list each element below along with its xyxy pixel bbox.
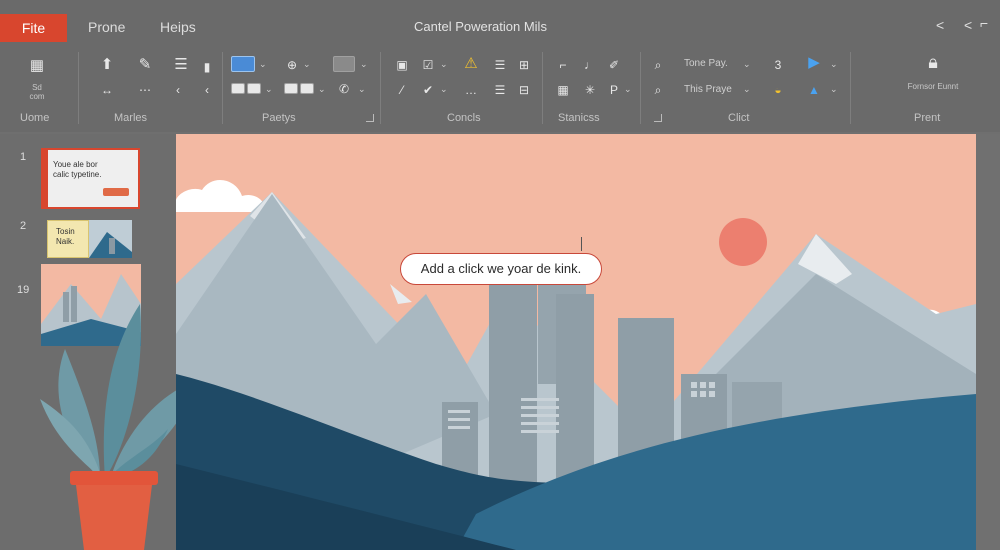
chevron-down-icon[interactable]: ⌄ <box>265 84 273 95</box>
group-label-concls: Concls <box>447 112 481 124</box>
up-arrow-icon[interactable]: ⬆ <box>97 56 117 74</box>
chevron-down-icon[interactable]: ⌄ <box>440 59 448 70</box>
brush-icon[interactable]: ✎ <box>135 56 155 74</box>
slide-thumbnail-1[interactable]: Youe ale bor calic typetine. <box>41 148 140 209</box>
chevron-down-icon[interactable]: ⌄ <box>830 59 838 70</box>
slide-number: 19 <box>17 284 30 296</box>
chevron-left-icon[interactable]: ‹ <box>171 81 185 99</box>
chevron-down-icon[interactable]: ⌄ <box>743 59 751 70</box>
slide-callout-textbox[interactable]: Add a click we yoar de kink. <box>400 253 602 285</box>
table-cell-button-3[interactable] <box>284 83 298 94</box>
ribbon-separator <box>640 52 641 124</box>
phone-icon[interactable]: ✆ <box>336 80 352 98</box>
list-icon[interactable]: ☰ <box>171 56 191 74</box>
more-icon[interactable]: ⋯ <box>135 81 155 99</box>
ribbon-separator <box>542 52 543 124</box>
font-style-box[interactable]: This Praye <box>684 84 732 95</box>
columns-icon[interactable]: ⊞ <box>515 56 533 74</box>
vertical-scrollbar[interactable] <box>976 134 1000 550</box>
text-cursor <box>581 237 582 251</box>
small-label-left: Sd com <box>29 83 45 101</box>
swap-icon[interactable]: ↔ <box>97 81 117 99</box>
tab-heips[interactable]: Heips <box>160 19 196 35</box>
chevron-down-icon[interactable]: ⌄ <box>624 84 632 95</box>
group-label-clict: Clict <box>728 112 750 124</box>
chevron-left-icon-2[interactable]: ‹ <box>200 81 214 99</box>
chevron-down-icon[interactable]: ⌄ <box>830 84 838 95</box>
title-bar: Fite Prone Heips Cantel Poweration Mils … <box>0 0 1000 44</box>
tab-prone[interactable]: Prone <box>88 19 125 35</box>
play-icon[interactable]: ▶ <box>804 54 824 72</box>
paragraph-icon[interactable]: ⌐ <box>555 56 571 74</box>
brush-search-icon[interactable]: ⌕ <box>650 81 666 99</box>
slide-number: 1 <box>20 151 27 163</box>
thumb-button-shape <box>103 188 129 196</box>
thumb-accent-bar <box>43 150 48 207</box>
chevron-down-icon[interactable]: ⌄ <box>440 84 448 95</box>
align-icon[interactable]: ☰ <box>491 56 509 74</box>
pencil-icon[interactable]: ✐ <box>606 56 622 74</box>
ribbon-separator <box>850 52 851 124</box>
target-icon[interactable]: ⊕ <box>284 56 300 74</box>
chevron-down-icon[interactable]: ⌄ <box>358 84 366 95</box>
check-icon[interactable]: ✔ <box>420 81 436 99</box>
search-icon[interactable]: ⌕ <box>650 56 666 74</box>
group-label-paetys: Paetys <box>262 112 296 124</box>
dialog-launcher-icon[interactable] <box>654 114 662 122</box>
thumbnail-text: Tosin Naik. <box>56 227 75 246</box>
font-name-box[interactable]: Tone Pay. <box>684 58 728 69</box>
slide-landscape-art <box>176 134 976 550</box>
ellipsis-icon[interactable]: … <box>461 81 481 99</box>
thumbnail-text: Youe ale bor calic typetine. <box>53 160 102 179</box>
grid-small-icon[interactable]: ▦ <box>555 81 571 99</box>
table-cell-button[interactable] <box>231 83 245 94</box>
shapes-icon[interactable]: ▲ <box>804 81 824 99</box>
chevron-down-icon[interactable]: ⌄ <box>259 59 267 70</box>
close-icon[interactable]: ⌐ <box>980 15 988 31</box>
check-box-icon[interactable]: ☑ <box>420 56 436 74</box>
music-icon[interactable]: ♩ <box>582 56 598 74</box>
chevron-down-icon[interactable]: ⌄ <box>743 84 751 95</box>
group-label-uome: Uome <box>20 112 50 124</box>
clipboard-icon[interactable]: ▮ <box>200 58 214 76</box>
chevron-down-icon[interactable]: ⌄ <box>318 84 326 95</box>
ribbon-separator <box>78 52 79 124</box>
dialog-launcher-icon[interactable] <box>366 114 374 122</box>
lines-icon[interactable]: ☰ <box>491 81 509 99</box>
slide-thumbnails-pane: 1 Youe ale bor calic typetine. 2 Tosin N… <box>0 134 200 550</box>
window-title: Cantel Poweration Mils <box>414 19 547 34</box>
p-icon[interactable]: P <box>606 81 622 99</box>
thumb-mountain-art <box>89 232 132 258</box>
info-icon[interactable]: ▣ <box>394 56 410 74</box>
collapse-ribbon-icon[interactable]: < <box>936 17 944 33</box>
ribbon-separator <box>380 52 381 124</box>
back-icon[interactable]: < <box>964 17 972 33</box>
warning-icon[interactable]: ⚠ <box>461 55 481 73</box>
group-label-marles: Marles <box>114 112 148 124</box>
sparkle-icon[interactable]: ✳ <box>582 81 598 99</box>
slide-number: 2 <box>20 220 27 232</box>
group-label-stanicss: Stanicss <box>558 112 600 124</box>
paint-bucket-icon[interactable]: ◒ <box>768 81 788 99</box>
ribbon: ▦ Sd com Uome ⬆ ✎ ☰ ▮ ↔ ⋯ ‹ ‹ Marles ⌄ ⊕… <box>0 44 1000 132</box>
table-cell-button-2[interactable] <box>247 83 261 94</box>
slide-canvas[interactable] <box>176 134 976 550</box>
small-label-right: Fornsor Eunnt <box>907 82 959 91</box>
image-button[interactable] <box>333 56 355 72</box>
number-icon[interactable]: 3 <box>768 56 788 74</box>
table-cell-button-4[interactable] <box>300 83 314 94</box>
split-icon[interactable]: ⊟ <box>515 81 533 99</box>
ribbon-separator <box>222 52 223 124</box>
grid-icon[interactable]: ▦ <box>26 57 48 75</box>
slide-thumbnail-2[interactable]: Tosin Naik. <box>47 220 132 258</box>
pen-icon[interactable]: ⁄ <box>394 81 410 99</box>
group-label-prent: Prent <box>914 112 941 124</box>
lock-icon[interactable]: 🔒︎ <box>921 53 945 71</box>
chevron-down-icon[interactable]: ⌄ <box>360 59 368 70</box>
file-tab[interactable]: Fite <box>0 14 67 42</box>
layout-button[interactable] <box>231 56 255 72</box>
chevron-down-icon[interactable]: ⌄ <box>303 59 311 70</box>
